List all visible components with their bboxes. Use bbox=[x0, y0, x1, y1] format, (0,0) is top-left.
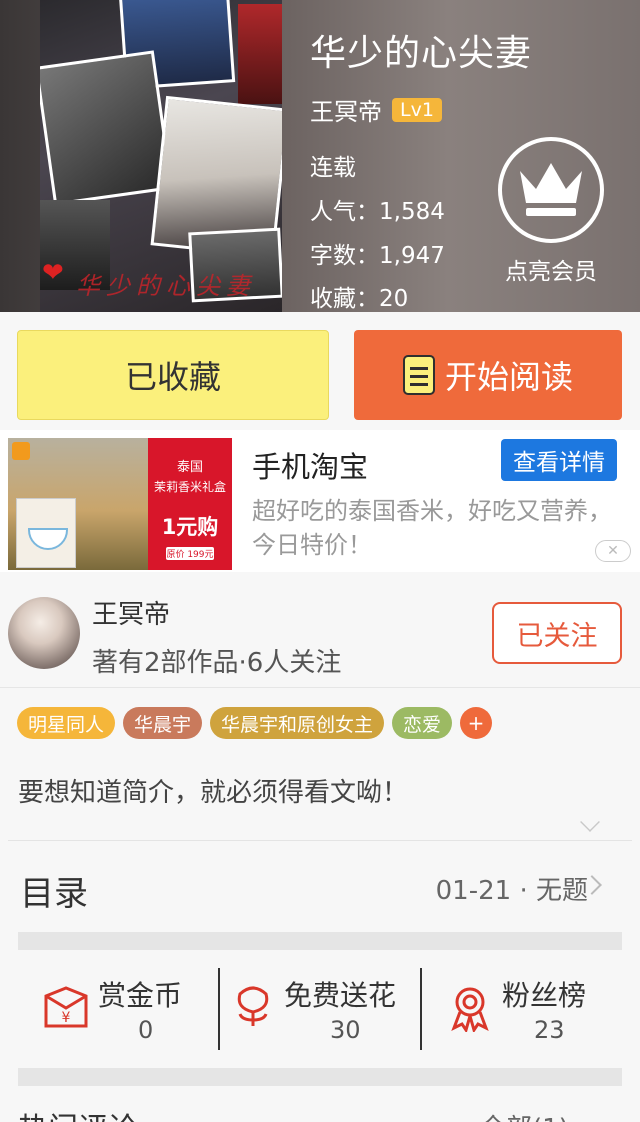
section-separator bbox=[18, 1068, 622, 1086]
serial-status: 连载 bbox=[310, 155, 356, 181]
free-flowers-label: 免费送花 bbox=[284, 979, 397, 1012]
cover-photo bbox=[238, 4, 282, 104]
ad-promo-panel[interactable]: 泰国 茉莉香米礼盒 1元购 原价 199元 bbox=[148, 438, 232, 570]
catalog-label[interactable]: 目录 bbox=[20, 866, 88, 915]
ad-promo-line2: 茉莉香米礼盒 bbox=[153, 480, 226, 494]
book-header: ❤ 华少的心尖妻 华少的心尖妻 王冥帝 Lv1 连载 人气：1,584 字数：1… bbox=[0, 0, 640, 312]
author-line: 王冥帝 Lv1 bbox=[310, 92, 442, 127]
tag-item[interactable]: 华晨宇 bbox=[123, 707, 203, 739]
coin-envelope-icon: ¥ bbox=[44, 986, 88, 1028]
ad-source-title: 手机淘宝 bbox=[252, 450, 369, 484]
hot-comments-title: 热门评论 bbox=[18, 1104, 138, 1122]
author-card: 王冥帝 著有2部作品·6人关注 已关注 bbox=[0, 580, 640, 688]
divider bbox=[420, 968, 422, 1050]
cover-watermark: 华少的心尖妻 bbox=[76, 272, 256, 300]
heart-icon: ❤ bbox=[42, 258, 64, 288]
book-cover[interactable]: ❤ 华少的心尖妻 bbox=[40, 0, 282, 312]
section-separator bbox=[18, 932, 622, 950]
vip-label[interactable]: 点亮会员 bbox=[486, 252, 616, 286]
tag-item[interactable]: 华晨宇和原创女主 bbox=[210, 707, 385, 739]
author-name[interactable]: 王冥帝 bbox=[310, 92, 382, 127]
book-icon bbox=[402, 355, 435, 395]
ad-promo-price: 1元购 bbox=[161, 515, 219, 539]
fan-ranking-value: 23 bbox=[534, 1016, 565, 1044]
free-flowers-stat[interactable]: 免费送花 30 bbox=[232, 968, 417, 1050]
start-reading-label: 开始阅读 bbox=[444, 358, 573, 396]
divider bbox=[8, 840, 632, 841]
crown-icon bbox=[520, 163, 582, 216]
ad-logo-icon bbox=[12, 442, 30, 460]
svg-text:¥: ¥ bbox=[62, 1010, 71, 1026]
author-card-name[interactable]: 王冥帝 bbox=[92, 594, 170, 631]
popularity-stat: 人气：1,584 bbox=[310, 199, 445, 225]
word-count-stat: 字数：1,947 bbox=[310, 243, 445, 269]
ad-details-button[interactable]: 查看详情 bbox=[501, 439, 617, 481]
all-comments-link[interactable]: 全部(1) bbox=[480, 1108, 569, 1122]
ad-description: 超好吃的泰国香米，好吃又营养，今日特价！ bbox=[252, 497, 612, 559]
book-title: 华少的心尖妻 bbox=[310, 33, 533, 74]
tag-item[interactable]: 恋爱 bbox=[392, 707, 453, 739]
collected-button[interactable]: 已收藏 bbox=[17, 330, 329, 420]
ad-promo-line1: 泰国 bbox=[176, 460, 203, 475]
cover-photo bbox=[40, 50, 174, 206]
tag-item[interactable]: 明星同人 bbox=[17, 707, 116, 739]
ad-promo-small: 原价 199元 bbox=[166, 547, 214, 560]
reward-coins-label: 赏金币 bbox=[98, 979, 183, 1012]
medal-icon bbox=[451, 987, 489, 1032]
tag-list: 明星同人 华晨宇 华晨宇和原创女主 恋爱 + bbox=[17, 707, 500, 739]
chevron-down-icon[interactable] bbox=[580, 812, 600, 832]
vip-crown-button[interactable] bbox=[498, 137, 604, 243]
divider bbox=[218, 968, 220, 1050]
ad-banner[interactable]: 泰国 茉莉香米礼盒 1元购 原价 199元 手机淘宝 查看详情 超好吃的泰国香米… bbox=[0, 430, 640, 572]
flower-icon bbox=[237, 986, 269, 1026]
free-flowers-value: 30 bbox=[330, 1016, 361, 1044]
synopsis-text: 要想知道简介，就必须得看文呦！ bbox=[18, 778, 409, 808]
reward-coins-stat[interactable]: ¥ 赏金币 0 bbox=[40, 968, 210, 1050]
fan-ranking-label: 粉丝榜 bbox=[502, 979, 587, 1012]
ad-product-image[interactable] bbox=[8, 438, 148, 570]
fan-ranking-stat[interactable]: 粉丝榜 23 bbox=[446, 968, 616, 1050]
catalog-latest-chapter[interactable]: 01-21 · 无题 bbox=[436, 870, 588, 907]
level-badge: Lv1 bbox=[392, 97, 442, 122]
avatar[interactable] bbox=[8, 597, 80, 669]
ad-close-icon[interactable]: ✕ bbox=[595, 540, 631, 562]
favorites-stat: 收藏：20 bbox=[310, 286, 409, 312]
follow-button[interactable]: 已关注 bbox=[492, 602, 622, 664]
author-card-info: 著有2部作品·6人关注 bbox=[92, 648, 342, 678]
start-reading-button[interactable]: 开始阅读 bbox=[354, 330, 622, 420]
add-tag-button[interactable]: + bbox=[460, 707, 493, 739]
reward-coins-value: 0 bbox=[138, 1016, 154, 1044]
